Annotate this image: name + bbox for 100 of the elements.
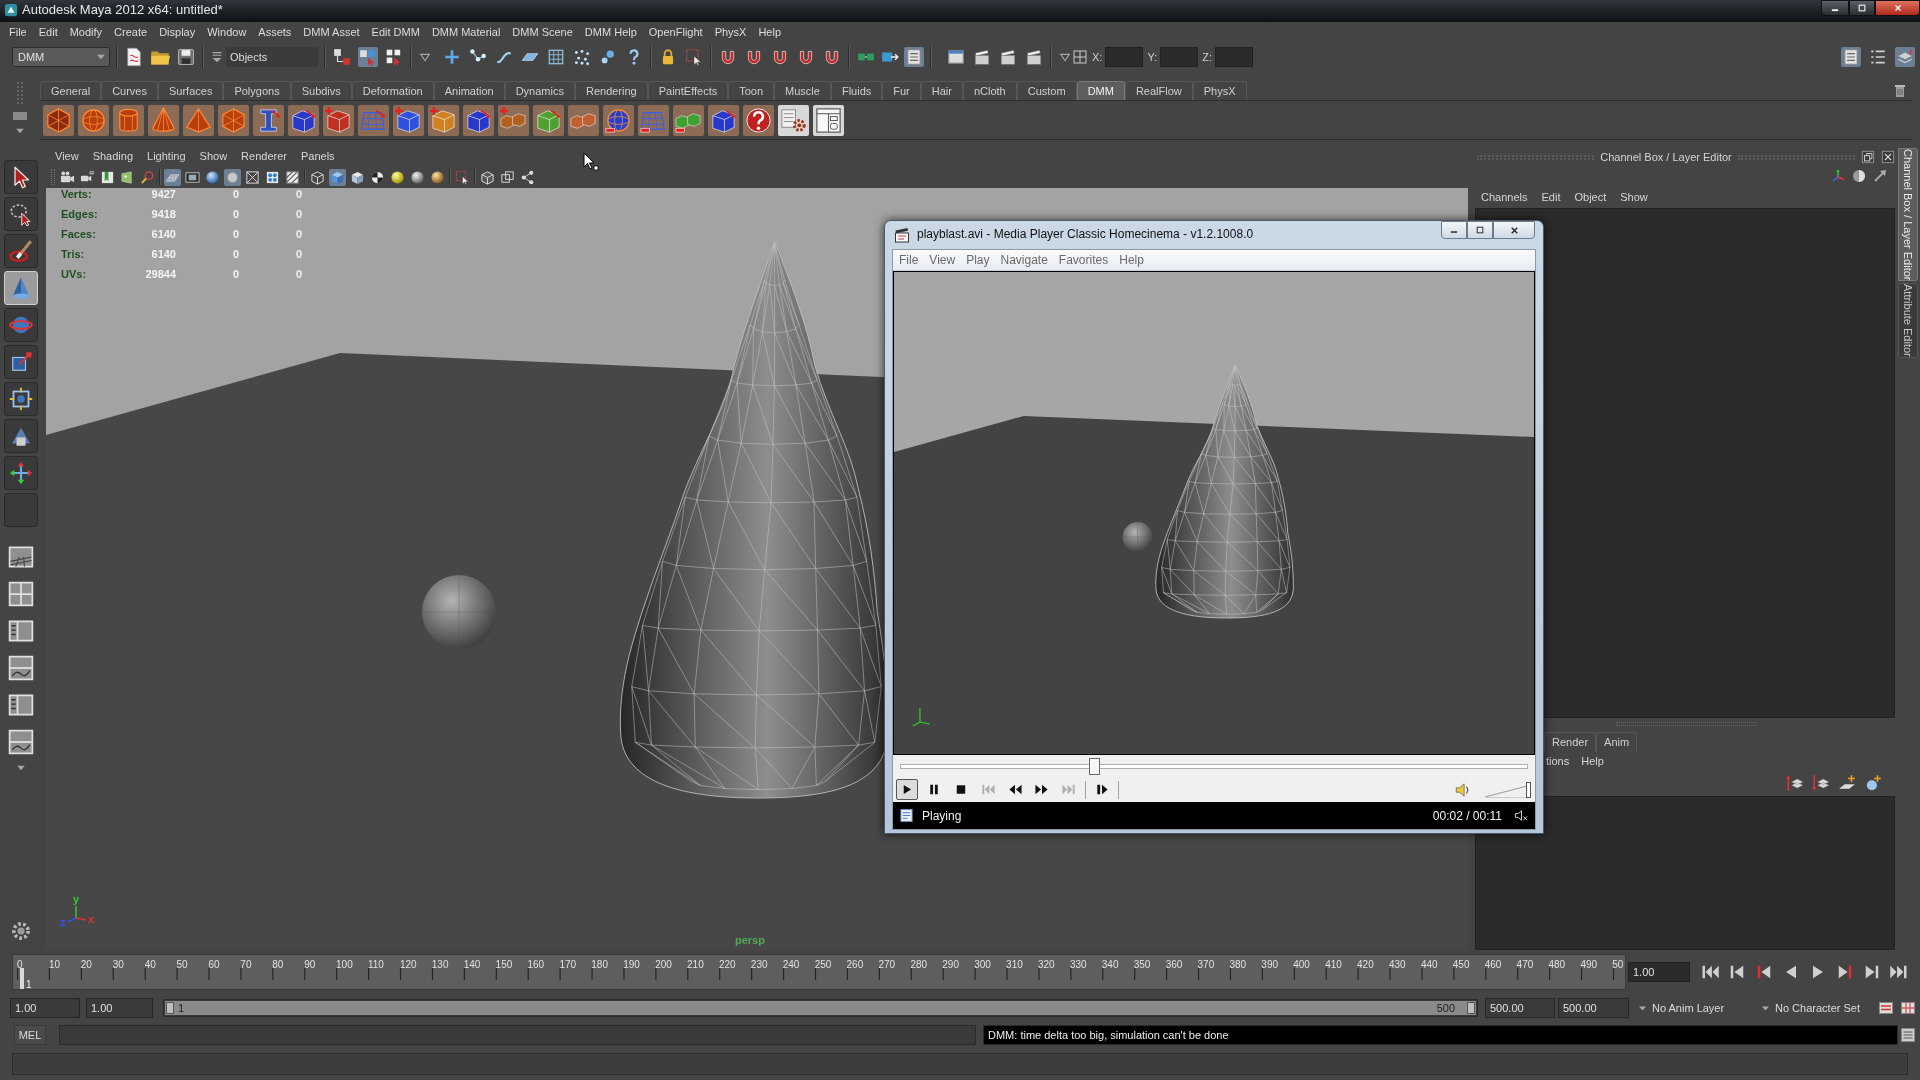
sparkle-plane-icon[interactable] [1838,774,1856,792]
shelf-tab[interactable]: General [40,81,102,100]
shelf-tab[interactable]: Fluids [830,81,883,100]
crossed-box-icon[interactable] [244,168,261,186]
menu-item[interactable]: Create [114,23,148,41]
tool-button[interactable] [4,419,38,453]
volume-thumb[interactable] [1526,781,1531,798]
menu-item[interactable]: Window [207,23,247,41]
document-lines-icon[interactable] [1841,47,1861,67]
menu-item[interactable]: Show [1620,188,1648,206]
menu-item[interactable]: DMM Material [431,23,501,41]
range-bar[interactable]: 1 500 [165,1001,1476,1015]
tool-button[interactable] [4,345,38,379]
question-mark-icon[interactable] [743,104,774,136]
menu-item[interactable]: Favorites [1058,251,1109,269]
sphere-icon[interactable] [429,168,446,186]
trash-can-icon[interactable] [1892,82,1908,98]
shaded-cube-icon[interactable] [329,168,346,186]
grip-handle[interactable] [17,82,23,104]
menu-item[interactable]: Channels [1481,188,1528,206]
object-squares-icon[interactable] [358,47,378,67]
menu-item[interactable]: Edit [38,23,58,41]
anim-layer-dropdown[interactable]: No Anim Layer [1637,998,1751,1018]
time-slider[interactable]: 0 10 20 30 40 50 60 70 80 90 100 110 120 130 140 150 160 170 180 190 200 210 220 230 240 250 260 270 280 290 300 310 320 330 340 350 360 370 380 390 400 410 420 430 440 450 460 470 480 490 50 1 [12,954,1626,990]
coordinate-input[interactable] [1105,47,1144,67]
shelf-tab[interactable]: Dynamics [504,81,575,100]
shelf-tab[interactable]: Subdivs [290,81,352,100]
menu-item[interactable]: Modify [69,23,103,41]
current-time-field[interactable]: 1.00 [1628,962,1690,982]
range-handle[interactable] [1467,1002,1475,1014]
sphere-icon[interactable] [389,168,406,186]
coordinate-input[interactable] [1215,47,1253,67]
grip-handle[interactable] [1477,154,1595,160]
wire-cube-icon[interactable] [309,168,326,186]
side-tab[interactable]: Channel Box / Layer Editor [1898,148,1918,282]
current-time-marker[interactable] [20,968,25,989]
shelf-tab[interactable]: Deformation [351,81,434,100]
particle-dots-icon[interactable] [572,47,592,67]
stacked-pane-layout-icon[interactable] [7,728,35,756]
shelf-tab[interactable]: Fur [882,81,921,100]
shelf-tab[interactable]: Polygons [223,81,291,100]
shelf-tab[interactable]: DMM [1076,81,1125,100]
play-icon[interactable] [896,779,918,800]
selection-mode-dropdown[interactable]: Objects [226,47,318,67]
menu-item[interactable]: Edit DMM [371,23,420,41]
close-icon[interactable] [1881,150,1895,164]
close-button[interactable] [1875,0,1920,16]
cube-plus-icon[interactable] [393,104,424,136]
menu-item[interactable]: DMM Asset [303,23,360,41]
minimize-button[interactable] [1441,221,1467,239]
float-window-icon[interactable] [1861,150,1875,164]
grip-handle[interactable] [1616,722,1756,726]
minimize-button[interactable] [1821,0,1849,16]
layer-stack-up-icon[interactable] [1786,774,1804,792]
grid-plane-icon[interactable] [164,168,181,186]
menu-item[interactable]: File [899,251,919,269]
command-input[interactable] [59,1025,976,1045]
menu-item[interactable]: Object [1574,188,1607,206]
menu-item[interactable]: DMM Help [584,23,637,41]
menu-item[interactable]: View [55,149,79,163]
close-button[interactable] [1493,221,1535,239]
magnifier-icon[interactable] [139,168,156,186]
maximize-button[interactable] [1467,221,1493,239]
maximize-button[interactable] [1849,0,1875,16]
cylinder-icon[interactable] [113,104,144,136]
menu-item[interactable]: Assets [258,23,292,41]
tool-button[interactable] [4,456,38,490]
shelf-tab[interactable]: Muscle [774,81,831,100]
shelf-tab[interactable]: Rendering [574,81,648,100]
speaker-mute-icon[interactable] [1514,808,1529,823]
tool-button[interactable] [4,234,38,268]
window-panel-icon[interactable] [813,104,844,136]
menu-item[interactable]: Help [1119,251,1144,269]
window-lines-icon[interactable] [1900,1027,1916,1043]
cubes-minus-icon[interactable] [673,104,704,136]
menu-item[interactable]: Play [966,251,990,269]
plus-icon[interactable] [442,47,462,67]
cubes-icon[interactable] [568,104,599,136]
shelf-tab[interactable]: Hair [920,81,963,100]
cube-plus-icon[interactable] [428,104,459,136]
layer-stack-down-icon[interactable] [1812,774,1830,792]
clapperboard-icon[interactable] [1024,47,1044,67]
textured-square-icon[interactable] [284,168,301,186]
menu-item[interactable]: tions [1546,752,1570,770]
gear-icon[interactable] [10,920,32,942]
seek-thumb[interactable] [1089,757,1101,775]
shelf-tab[interactable]: Curves [101,81,158,100]
menu-item[interactable]: View [929,251,956,269]
cone-icon[interactable] [148,104,179,136]
menu-item[interactable]: Shading [92,149,134,163]
command-language-button[interactable]: MEL [14,1025,46,1045]
polyhedron-icon[interactable] [43,104,74,136]
cube-plus-icon[interactable] [323,104,354,136]
menu-item[interactable]: Help [758,23,782,41]
shelf-tab[interactable]: Animation [433,81,505,100]
gear-sheet-icon[interactable] [778,104,809,136]
menu-item[interactable]: Display [159,23,196,41]
menu-item[interactable]: DMM Scene [512,23,573,41]
tool-button[interactable] [4,382,38,416]
window-icon[interactable] [946,47,966,67]
